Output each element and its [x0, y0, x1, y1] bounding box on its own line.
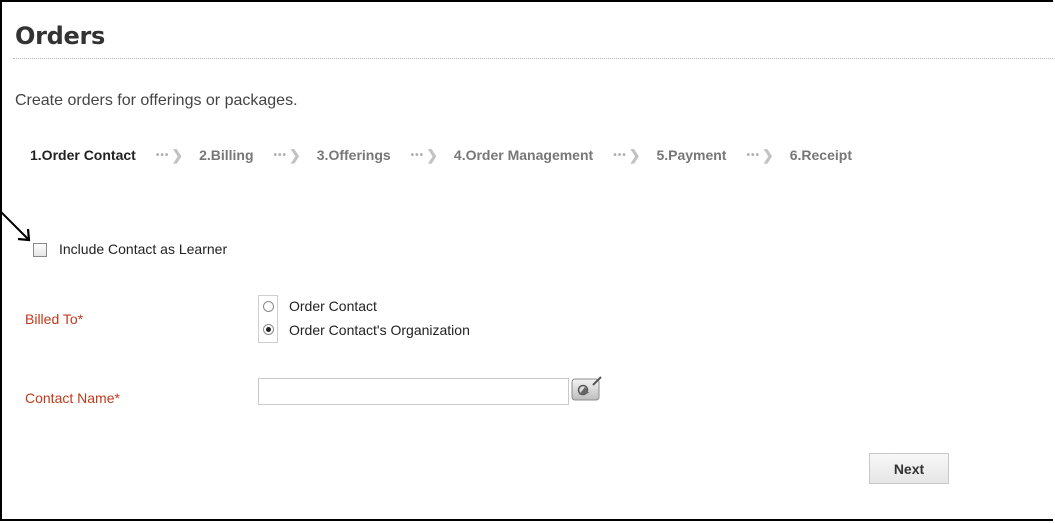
step-order-contact: 1.Order Contact	[30, 147, 136, 163]
contact-name-input[interactable]	[258, 378, 569, 405]
billed-to-organization-label[interactable]: Order Contact's Organization	[289, 322, 470, 338]
billed-to-radio-group	[258, 295, 278, 343]
billed-to-label: Billed To*	[25, 311, 84, 327]
page-frame	[0, 0, 1053, 521]
step-separator-icon: ••• ❯	[410, 146, 438, 163]
include-learner-row[interactable]: Include Contact as Learner	[33, 241, 227, 257]
step-billing: 2.Billing	[199, 147, 254, 163]
billed-to-organization-radio[interactable]	[263, 324, 274, 335]
step-receipt: 6.Receipt	[789, 147, 852, 163]
wizard-steps: 1.Order Contact ••• ❯ 2.Billing ••• ❯ 3.Of…	[30, 146, 852, 164]
next-button[interactable]: Next	[869, 453, 949, 484]
step-separator-icon: ••• ❯	[746, 146, 774, 163]
contact-picker-icon[interactable]	[571, 376, 603, 402]
step-offerings: 3.Offerings	[316, 147, 391, 163]
include-learner-checkbox[interactable]	[33, 243, 47, 257]
title-divider	[13, 58, 1053, 59]
step-separator-icon: ••• ❯	[613, 146, 641, 163]
step-separator-icon: ••• ❯	[155, 146, 184, 163]
billed-to-order-contact-radio[interactable]	[263, 301, 274, 312]
page-subtitle: Create orders for offerings or packages.	[15, 92, 298, 109]
page-title: Orders	[15, 22, 106, 50]
contact-name-label: Contact Name*	[25, 390, 120, 406]
step-separator-icon: ••• ❯	[273, 146, 301, 163]
step-order-management: 4.Order Management	[453, 147, 594, 163]
billed-to-order-contact-label[interactable]: Order Contact	[289, 298, 377, 314]
step-payment: 5.Payment	[656, 147, 727, 163]
include-learner-label: Include Contact as Learner	[59, 241, 228, 257]
